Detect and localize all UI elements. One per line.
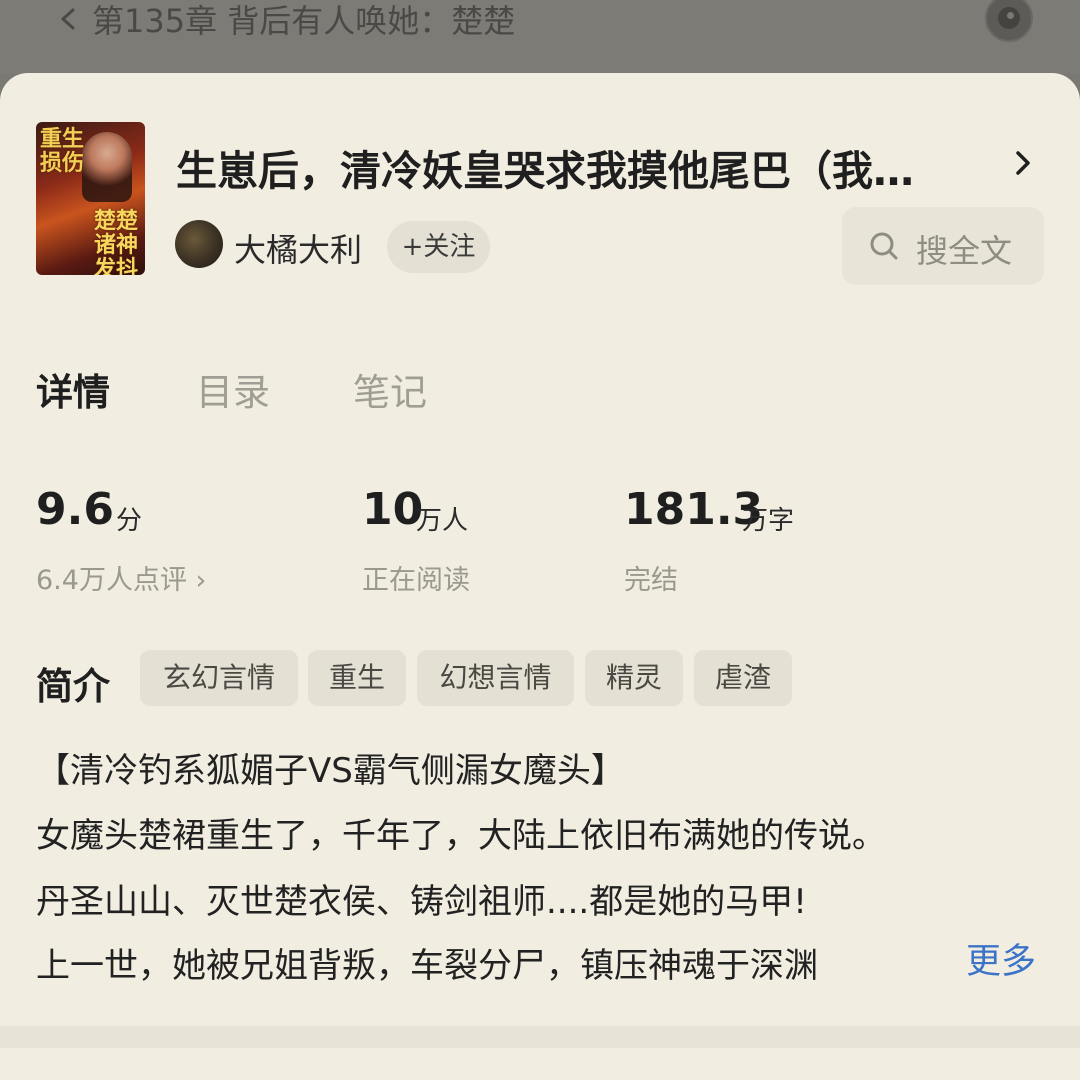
readers-label: 正在阅读 bbox=[362, 565, 470, 596]
readers-value: 10 bbox=[362, 484, 424, 535]
book-cover[interactable]: 重生损伤 楚楚诸神发抖 bbox=[36, 122, 145, 275]
toggle-icon bbox=[998, 7, 1020, 29]
book-title[interactable]: 生崽后，清冷妖皇哭求我摸他尾巴（我… bbox=[176, 137, 976, 197]
rating-unit: 分 bbox=[116, 506, 143, 536]
text-fade bbox=[900, 935, 970, 985]
book-detail-sheet: 重生损伤 楚楚诸神发抖 生崽后，清冷妖皇哭求我摸他尾巴（我… 大橘大利 +关注 … bbox=[0, 73, 1080, 1080]
tag-rebirth[interactable]: 重生 bbox=[308, 650, 406, 706]
intro-heading: 简介 bbox=[36, 665, 110, 708]
tag-fantasy-romance[interactable]: 幻想言情 bbox=[417, 650, 574, 706]
chevron-right-icon[interactable] bbox=[1012, 149, 1034, 177]
tag-xuanhuan-romance[interactable]: 玄幻言情 bbox=[140, 650, 298, 706]
chapter-title: 第135章 背后有人唤她：楚楚 bbox=[92, 2, 516, 40]
section-divider bbox=[0, 1026, 1080, 1048]
search-label: 搜全文 bbox=[916, 232, 1013, 270]
tag-elf[interactable]: 精灵 bbox=[585, 650, 683, 706]
follow-button[interactable]: +关注 bbox=[387, 221, 490, 273]
intro-line-4: 上一世，她被兄姐背叛，车裂分尸，镇压神魂于深渊 bbox=[36, 946, 818, 986]
settings-button[interactable] bbox=[985, 0, 1033, 42]
tab-notes[interactable]: 笔记 bbox=[353, 362, 427, 416]
search-full-text-button[interactable]: 搜全文 bbox=[842, 207, 1044, 285]
cover-title-bottom: 楚楚诸神发抖 bbox=[94, 209, 139, 276]
readers-unit: 万人 bbox=[416, 506, 469, 536]
author-name[interactable]: 大橘大利 bbox=[234, 225, 362, 271]
cover-title-top: 重生损伤 bbox=[40, 127, 85, 176]
chevron-left-icon[interactable] bbox=[58, 8, 80, 30]
tag-revenge[interactable]: 虐渣 bbox=[694, 650, 792, 706]
more-link[interactable]: 更多 bbox=[966, 933, 1036, 984]
reader-top-bar: 第135章 背后有人唤她：楚楚 bbox=[0, 0, 1080, 74]
intro-line-3: 丹圣山山、灭世楚衣侯、铸剑祖师....都是她的马甲! bbox=[36, 882, 807, 922]
status-label: 完结 bbox=[624, 565, 678, 596]
tab-details[interactable]: 详情 bbox=[36, 362, 110, 416]
rating-count-link[interactable]: 6.4万人点评 › bbox=[36, 558, 206, 597]
author-avatar[interactable] bbox=[175, 220, 223, 268]
intro-line-2: 女魔头楚裙重生了，千年了，大陆上依旧布满她的传说。 bbox=[36, 816, 886, 856]
tab-catalog[interactable]: 目录 bbox=[196, 362, 270, 416]
search-icon bbox=[870, 232, 898, 260]
rating-value: 9.6 bbox=[36, 484, 114, 535]
word-count-unit: 万字 bbox=[742, 506, 795, 536]
intro-line-1: 【清冷钓系狐媚子VS霸气侧漏女魔头】 bbox=[36, 751, 625, 791]
